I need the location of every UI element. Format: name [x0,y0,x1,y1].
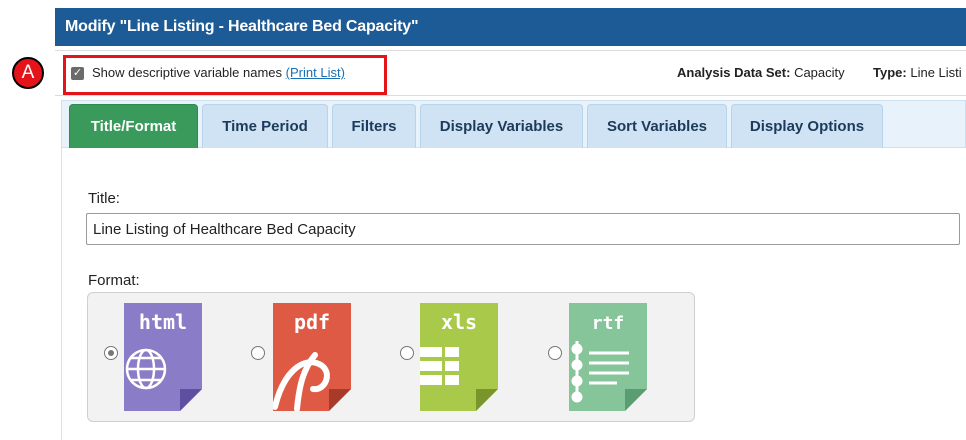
format-html-radio[interactable] [104,346,118,360]
format-xls-radio[interactable] [400,346,414,360]
annotation-marker: A [12,57,44,89]
tab-time-period[interactable]: Time Period [202,104,328,148]
dialog-title: Modify "Line Listing - Healthcare Bed Ca… [55,8,966,46]
format-label: Format: [88,272,140,289]
analysis-type-value: Line Listi [910,65,962,80]
tab-title-format[interactable]: Title/Format [69,104,198,148]
analysis-data-set-value: Capacity [794,65,845,80]
title-input[interactable] [86,213,960,245]
analysis-type: Type: Line Listi [873,65,962,80]
analysis-type-label: Type: [873,65,907,80]
tab-display-options[interactable]: Display Options [731,104,883,148]
rtf-file-label: rtf [592,313,625,334]
xls-file-icon[interactable]: xls [420,303,498,411]
tab-filters[interactable]: Filters [332,104,416,148]
analysis-data-set: Analysis Data Set: Capacity [677,65,845,80]
html-file-label: html [139,310,187,334]
format-pdf-radio[interactable] [251,346,265,360]
html-file-icon[interactable]: html [124,303,202,411]
grid-icon [420,347,459,385]
pdf-file-icon[interactable]: pdf [273,303,351,411]
format-rtf-radio[interactable] [548,346,562,360]
tab-sort-variables[interactable]: Sort Variables [587,104,727,148]
title-label: Title: [88,190,120,207]
rtf-file-icon[interactable]: rtf [569,303,647,411]
xls-file-label: xls [441,310,477,334]
annotation-highlight-box [63,55,387,95]
analysis-data-set-label: Analysis Data Set: [677,65,791,80]
pdf-file-label: pdf [294,310,330,334]
tab-display-variables[interactable]: Display Variables [420,104,583,148]
